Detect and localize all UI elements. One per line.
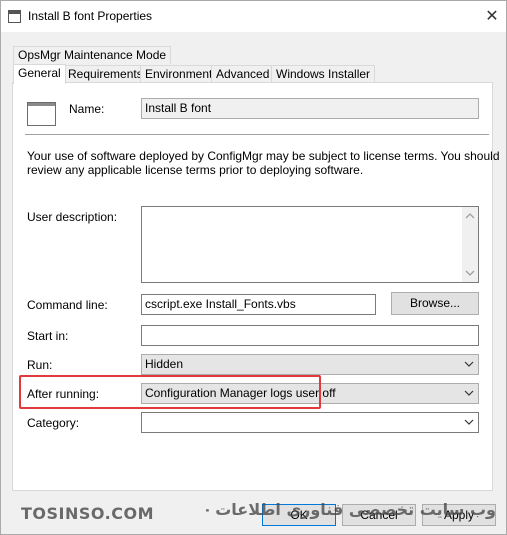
- tab-advanced[interactable]: Advanced: [211, 65, 275, 83]
- browse-button[interactable]: Browse...: [391, 292, 479, 315]
- chevron-down-icon: [464, 419, 474, 425]
- user-description-scrollbar[interactable]: [462, 207, 478, 282]
- category-label: Category:: [27, 416, 80, 430]
- command-line-input[interactable]: cscript.exe Install_Fonts.vbs: [141, 294, 376, 315]
- tab-windows-installer[interactable]: Windows Installer: [271, 65, 376, 83]
- run-dropdown[interactable]: Hidden: [141, 354, 479, 375]
- tab-requirements[interactable]: Requirements: [63, 65, 148, 83]
- scroll-arrows-icon: [465, 213, 475, 276]
- start-in-input[interactable]: [141, 325, 479, 346]
- general-tab-panel: Name: Install B font Your use of softwar…: [12, 82, 500, 491]
- watermark-left: TOSINSO.COM: [21, 504, 154, 523]
- start-in-label: Start in:: [27, 329, 69, 343]
- license-text-line2: review any applicable license terms prio…: [27, 163, 364, 177]
- license-text-line1: Your use of software deployed by ConfigM…: [27, 149, 500, 163]
- properties-dialog: Install B font Properties ✕ OpsMgr Maint…: [0, 0, 507, 535]
- name-label: Name:: [69, 102, 105, 116]
- program-icon: [27, 102, 56, 126]
- name-field[interactable]: Install B font: [141, 98, 479, 119]
- run-label: Run:: [27, 358, 53, 372]
- user-description-textarea[interactable]: [141, 206, 479, 283]
- watermark-right: وب سایت تخصصی فناوری اطلاعات - Tosinso.c…: [206, 500, 496, 519]
- chevron-down-icon: [464, 361, 474, 367]
- window-title: Install B font Properties: [28, 9, 153, 23]
- command-line-label: Command line:: [27, 298, 108, 312]
- close-icon[interactable]: ✕: [479, 5, 505, 29]
- user-description-label: User description:: [27, 210, 118, 224]
- title-bar: Install B font Properties ✕: [1, 1, 506, 32]
- window-app-icon: [8, 10, 21, 23]
- category-dropdown[interactable]: [141, 412, 479, 433]
- tab-environment[interactable]: Environment: [140, 65, 218, 83]
- header-divider: [25, 134, 489, 135]
- tab-opsmgr-maintenance-mode[interactable]: OpsMgr Maintenance Mode: [13, 46, 172, 64]
- run-dropdown-value: Hidden: [145, 357, 184, 371]
- after-running-highlight-box: [19, 375, 321, 409]
- tab-general[interactable]: General: [13, 64, 66, 84]
- chevron-down-icon: [464, 390, 474, 396]
